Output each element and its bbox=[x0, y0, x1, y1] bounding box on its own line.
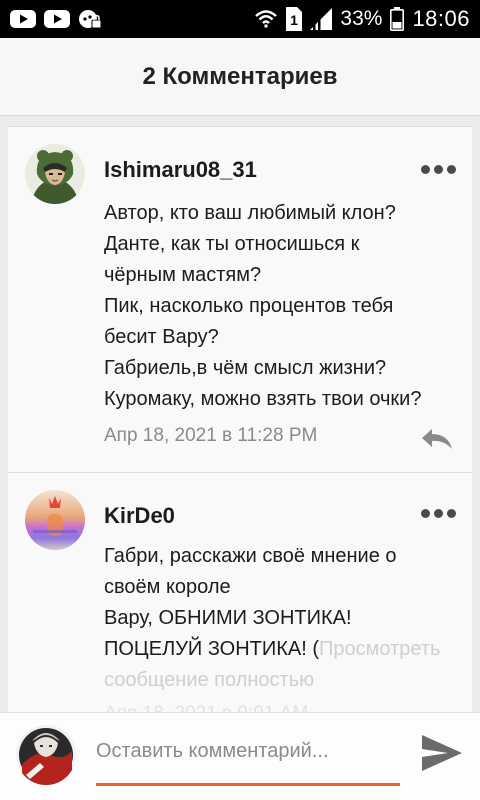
dot-icon bbox=[446, 508, 456, 518]
comments-list[interactable]: Ishimaru08_31 Автор, кто ваш любимый кло… bbox=[0, 116, 480, 712]
title-bar: 2 Комментариев bbox=[0, 38, 480, 116]
comment-line: Пик, насколько процентов тебя bbox=[104, 295, 394, 317]
comment-card[interactable]: Ishimaru08_31 Автор, кто ваш любимый кло… bbox=[8, 126, 472, 472]
battery-percent: 33% bbox=[340, 7, 383, 30]
sim-icon: 1 bbox=[286, 7, 303, 31]
view-full-message-link[interactable]: Просмотреть bbox=[319, 638, 440, 660]
page-title: 2 Комментариев bbox=[142, 62, 338, 90]
send-icon bbox=[420, 733, 464, 778]
comment-line: своём короле bbox=[104, 576, 231, 598]
clock: 18:06 bbox=[412, 6, 470, 31]
comment-author[interactable]: KirDe0 bbox=[104, 503, 175, 529]
comment-line: Данте, как ты относишься к bbox=[104, 233, 360, 255]
input-underline bbox=[96, 783, 400, 786]
wifi-icon bbox=[254, 8, 278, 30]
avatar[interactable] bbox=[25, 490, 85, 550]
comment-line: бесит Вару? bbox=[104, 326, 219, 348]
comment-body: Габри, расскажи своё мнение о своём коро… bbox=[104, 541, 464, 696]
battery-icon bbox=[390, 7, 405, 31]
more-options-button[interactable] bbox=[420, 503, 456, 523]
comment-line: Куромаку, можно взять твои очки? bbox=[104, 388, 422, 410]
comment-line: Габри, расскажи своё мнение о bbox=[104, 545, 397, 567]
dot-icon bbox=[420, 164, 430, 174]
more-options-button[interactable] bbox=[420, 159, 456, 179]
comment-timestamp: Апр 18, 2021 в 11:28 PM bbox=[104, 425, 318, 446]
comment-author[interactable]: Ishimaru08_31 bbox=[104, 157, 257, 183]
reply-icon[interactable] bbox=[420, 427, 454, 451]
comment-line: Автор, кто ваш любимый клон? bbox=[104, 202, 396, 224]
comment-line-text: ПОЦЕЛУЙ ЗОНТИКА! ( bbox=[104, 638, 320, 660]
compose-bar bbox=[0, 712, 480, 800]
youtube-icon bbox=[44, 9, 70, 29]
avatar[interactable] bbox=[25, 144, 85, 204]
view-full-message-link[interactable]: сообщение полностью bbox=[104, 665, 464, 696]
comment-line: Вару, ОБНИМИ ЗОНТИКА! bbox=[104, 607, 352, 629]
svg-text:1: 1 bbox=[291, 12, 299, 28]
dot-icon bbox=[420, 508, 430, 518]
lock-notification-icon bbox=[78, 8, 102, 30]
comment-body: Автор, кто ваш любимый клон? Данте, как … bbox=[104, 198, 464, 415]
comment-line: Габриель,в чём смысл жизни? bbox=[104, 357, 387, 379]
youtube-icon bbox=[10, 9, 36, 29]
user-avatar[interactable] bbox=[16, 725, 76, 785]
comment-line: ПОЦЕЛУЙ ЗОНТИКА! (Просмотреть bbox=[104, 634, 464, 665]
status-bar: 1 33% 18:06 bbox=[0, 0, 480, 38]
comment-card[interactable]: KirDe0 Габри, расскажи своё мнение о сво… bbox=[8, 472, 472, 712]
dot-icon bbox=[433, 508, 443, 518]
send-button[interactable] bbox=[418, 733, 466, 777]
comment-timestamp: Апр 18, 2021 в 9:01 AM bbox=[104, 703, 308, 712]
comment-line: чёрным мастям? bbox=[104, 264, 262, 286]
signal-icon bbox=[310, 8, 333, 30]
dot-icon bbox=[446, 164, 456, 174]
comment-input[interactable] bbox=[96, 731, 400, 771]
dot-icon bbox=[433, 164, 443, 174]
